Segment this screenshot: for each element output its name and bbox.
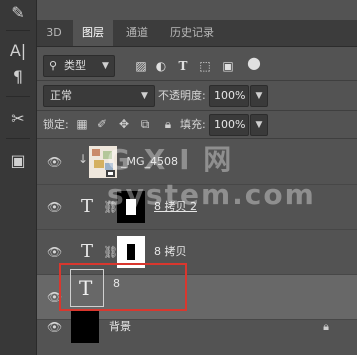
layer-row[interactable]: 👁︎ T ⛓ 8 拷贝 2 bbox=[37, 185, 357, 230]
opacity-label: 不透明度: bbox=[158, 89, 206, 102]
lock-all-icon[interactable]: 🔒︎ bbox=[161, 117, 175, 131]
chevron-down-icon: ▼ bbox=[102, 61, 109, 71]
smart-object-filter-icon[interactable]: ▣ bbox=[222, 60, 234, 72]
character-panel-icon[interactable]: A| bbox=[6, 40, 30, 62]
blend-mode-select[interactable]: 正常 ▼ bbox=[43, 85, 155, 107]
filter-kind-select[interactable]: ⚲ 类型 ▼ bbox=[43, 55, 115, 77]
eye-icon[interactable]: 👁︎ bbox=[47, 245, 62, 259]
layer-name: 8 拷贝 bbox=[154, 245, 187, 258]
photo-thumbnail-icon bbox=[89, 146, 117, 178]
layer-row[interactable]: 👁︎ 背景 🔒︎ bbox=[37, 305, 357, 349]
type-filter-icon[interactable]: T bbox=[177, 60, 189, 72]
text-layer-icon: T bbox=[81, 196, 94, 217]
layers-panel: 3D 图层 通道 历史记录 ⚲ 类型 ▼ ▨ ◐ T ⬚ ▣ ● 正常 ▼ 不透… bbox=[37, 0, 357, 355]
fill-slider-button[interactable]: ▼ bbox=[250, 114, 268, 136]
divider bbox=[37, 80, 357, 81]
link-icon[interactable]: ⛓ bbox=[103, 243, 118, 261]
mask-shape bbox=[127, 244, 135, 260]
tool-divider bbox=[6, 30, 30, 31]
layer-row[interactable]: 👁︎ ↓ _MG_4508 bbox=[37, 140, 357, 185]
eye-icon[interactable]: 👁︎ bbox=[47, 320, 62, 334]
opacity-value: 100% bbox=[214, 89, 246, 102]
divider bbox=[37, 110, 357, 111]
fill-label: 填充: bbox=[180, 118, 206, 131]
eye-icon[interactable]: 👁︎ bbox=[47, 155, 62, 169]
lock-position-icon[interactable]: ✥ bbox=[117, 117, 131, 131]
lock-label: 锁定: bbox=[43, 118, 69, 131]
text-layer-icon: T bbox=[81, 241, 94, 262]
search-icon: ⚲ bbox=[49, 59, 58, 72]
layer-filter-row: ⚲ 类型 ▼ ▨ ◐ T ⬚ ▣ ● bbox=[37, 52, 357, 78]
text-layer-icon: T bbox=[79, 276, 93, 300]
tool-strip: ✎ A| ¶ ✂ ▣ bbox=[0, 0, 37, 355]
chevron-down-icon: ▼ bbox=[141, 91, 148, 101]
brush-settings-icon[interactable]: ✎ bbox=[6, 2, 30, 24]
toggle-filter-icon[interactable]: ● bbox=[247, 55, 261, 71]
image-filter-icon[interactable]: ▨ bbox=[135, 60, 147, 72]
layer-name: _MG_4508 bbox=[121, 155, 179, 168]
tool-divider bbox=[6, 96, 30, 97]
panel-tab-bar: 3D 图层 通道 历史记录 bbox=[37, 20, 357, 47]
tab-3d[interactable]: 3D bbox=[37, 20, 71, 46]
tab-layers[interactable]: 图层 bbox=[73, 20, 113, 46]
layer-thumbnail bbox=[71, 311, 99, 343]
link-icon[interactable]: ⛓ bbox=[103, 198, 118, 216]
layer-thumbnail bbox=[89, 146, 117, 178]
clipping-arrow-icon: ↓ bbox=[78, 152, 89, 166]
layer-name: 8 bbox=[113, 277, 120, 290]
paragraph-panel-icon[interactable]: ¶ bbox=[6, 66, 30, 88]
layer-name: 背景 bbox=[109, 320, 131, 333]
opacity-input[interactable]: 100% bbox=[209, 85, 249, 107]
tool-divider bbox=[6, 138, 30, 139]
lock-icon: 🔒︎ bbox=[323, 320, 329, 333]
mask-shape bbox=[126, 199, 136, 215]
fill-value: 100% bbox=[214, 118, 246, 131]
blend-row: 正常 ▼ 不透明度: 100% ▼ bbox=[37, 84, 357, 108]
layer-name: 8 拷贝 2 bbox=[154, 200, 197, 213]
tools-icon[interactable]: ✂ bbox=[6, 108, 30, 130]
lock-artboard-icon[interactable]: ⧉ bbox=[138, 117, 152, 131]
layers-list: 👁︎ ↓ _MG_4508 👁︎ T ⛓ 8 拷贝 2 👁︎ T ⛓ 8 拷贝 … bbox=[37, 140, 357, 355]
adjustment-filter-icon[interactable]: ◐ bbox=[155, 60, 167, 72]
lock-row: 锁定: ▦ ✐ ✥ ⧉ 🔒︎ 填充: 100% ▼ bbox=[37, 113, 357, 137]
text-layer-thumbnail: T bbox=[70, 269, 104, 307]
lock-transparent-icon[interactable]: ▦ bbox=[75, 117, 89, 131]
lock-image-icon[interactable]: ✐ bbox=[95, 117, 109, 131]
libraries-icon[interactable]: ▣ bbox=[6, 150, 30, 172]
tab-channels[interactable]: 通道 bbox=[117, 20, 157, 46]
shape-filter-icon[interactable]: ⬚ bbox=[199, 60, 211, 72]
divider bbox=[37, 138, 357, 139]
eye-icon[interactable]: 👁︎ bbox=[47, 200, 62, 214]
layer-mask-thumbnail bbox=[117, 191, 145, 223]
filter-kind-label: 类型 bbox=[64, 59, 86, 72]
blend-mode-value: 正常 bbox=[50, 89, 72, 102]
fill-input[interactable]: 100% bbox=[209, 114, 249, 136]
tab-history[interactable]: 历史记录 bbox=[159, 20, 225, 46]
opacity-slider-button[interactable]: ▼ bbox=[250, 85, 268, 107]
